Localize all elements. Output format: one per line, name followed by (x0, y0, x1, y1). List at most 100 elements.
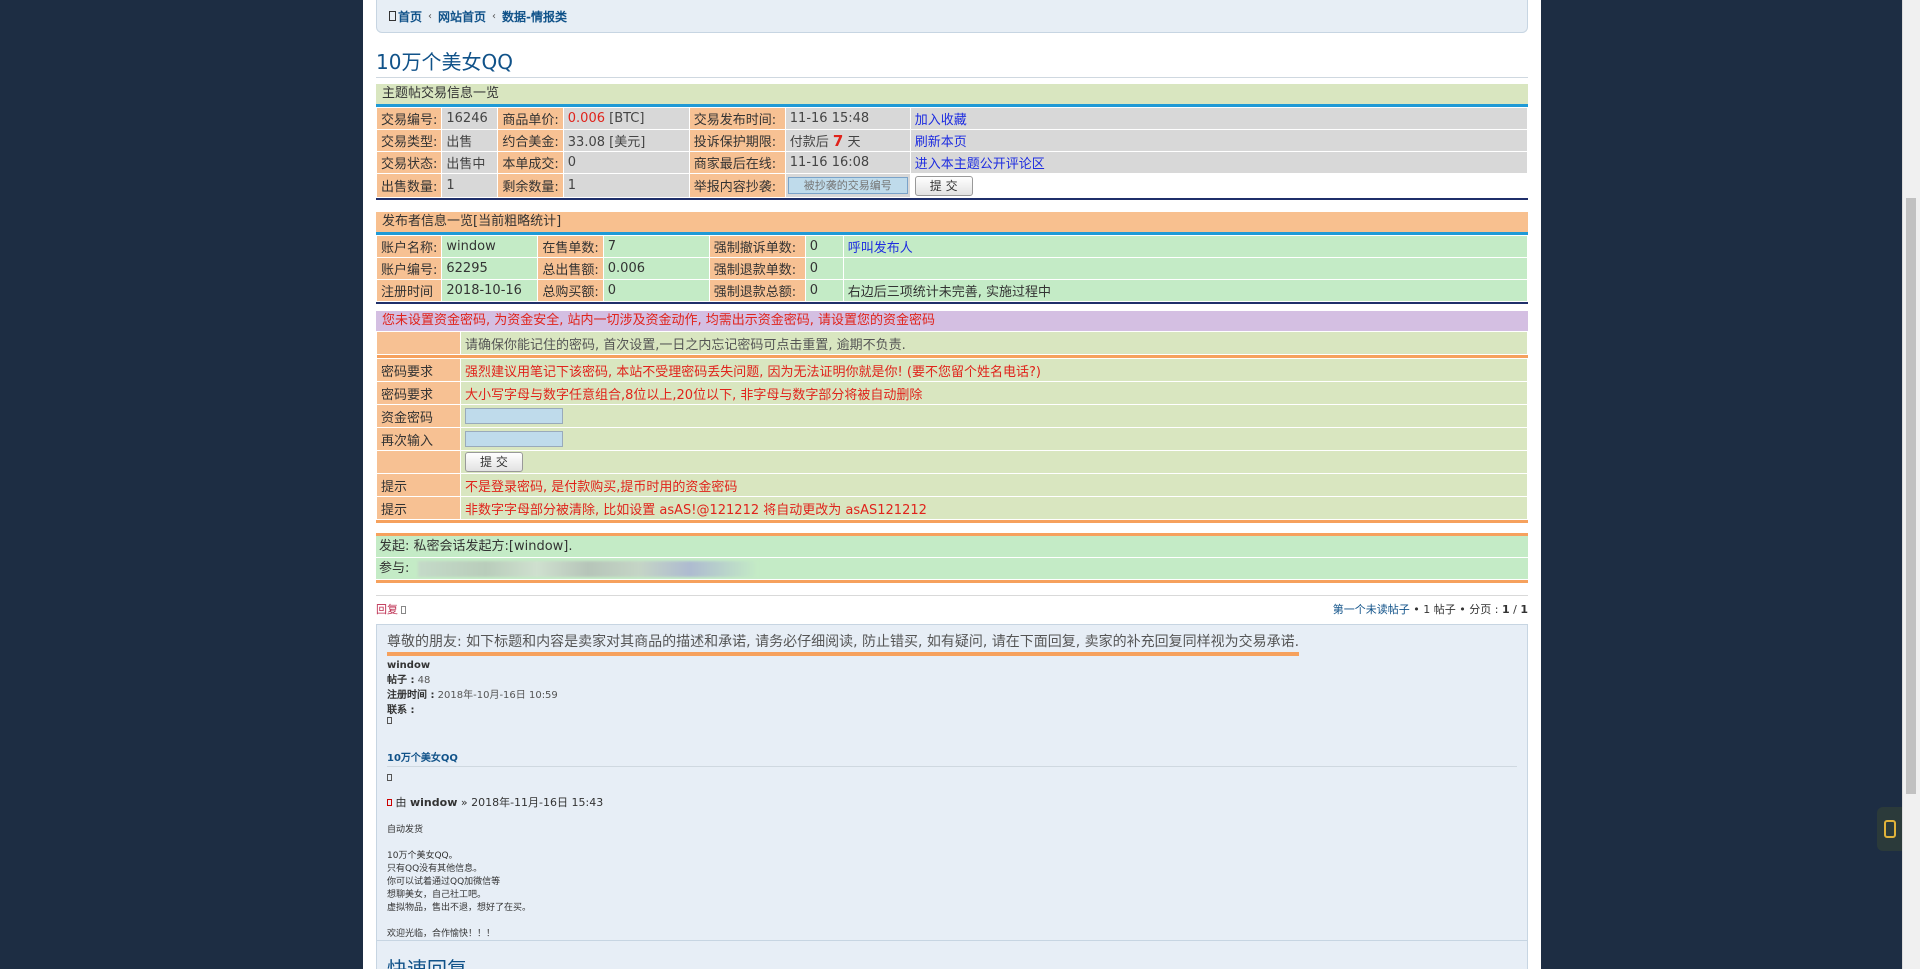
reply-button[interactable]: 回复 (376, 603, 398, 616)
side-tool-widget[interactable] (1877, 807, 1903, 851)
breadcrumb-category[interactable]: 数据-情报类 (502, 8, 567, 25)
password-requirement-label: 密码要求 (376, 358, 461, 382)
fund-password-input[interactable] (465, 407, 563, 424)
last-online-label: 商家最后在线: (688, 151, 786, 174)
total-sales-label: 总出售额: (537, 257, 604, 280)
breadcrumb-site-home[interactable]: 网站首页 (438, 8, 486, 25)
body-line (387, 915, 1517, 928)
public-comments-link[interactable]: 进入本主题公开评论区 (915, 157, 1045, 172)
post-action-icon[interactable] (387, 774, 392, 781)
byline-author[interactable]: window (410, 796, 457, 809)
tip-1: 不是登录密码, 是付款购买,提币时用的资金密码 (460, 473, 1528, 497)
password-requirement-label: 密码要求 (376, 381, 461, 405)
author-joined: 注册时间 : 2018年-10月-16日 10:59 (387, 686, 1517, 701)
publish-time-label: 交易发布时间: (688, 107, 786, 130)
contact-icon[interactable] (387, 717, 392, 724)
add-favorite-link[interactable]: 加入收藏 (915, 113, 967, 128)
forced-refund-count-value: 0 (804, 257, 844, 280)
forced-refund-total-value: 0 (804, 279, 844, 302)
fund-password-label: 资金密码 (376, 404, 461, 428)
table-row: 账户名称: window 在售单数: 7 强制撤诉单数: 0 呼叫发布人 (375, 235, 1529, 258)
stats-note: 右边后三项统计未完善, 实施过程中 (842, 279, 1529, 302)
tip-label: 提示 (376, 473, 461, 497)
remaining-qty-label: 剩余数量: (497, 173, 564, 198)
password-submit-button[interactable]: 提 交 (465, 452, 523, 472)
quick-reply-panel: 快速回复 (376, 940, 1528, 969)
deals-label: 本单成交: (497, 151, 564, 174)
table-row: 交易编号: 16246 商品单价: 0.006 [BTC] 交易发布时间: 11… (375, 107, 1529, 130)
protection-days: 7 (832, 132, 844, 150)
table-row: 提 交 (376, 450, 1528, 474)
forced-withdraw-label: 强制撤诉单数: (708, 235, 806, 258)
initiator-label: 发起: (379, 539, 410, 554)
unit-price-value: 0.006 [BTC] (562, 107, 690, 130)
contact-label: 联系 : (387, 705, 415, 716)
buyer-notice: 尊敬的朋友: 如下标题和内容是卖家对其商品的描述和承诺, 请务必仔细阅读, 防止… (387, 631, 1300, 656)
body-line: 你可以试着通过QQ加微信等 (387, 877, 501, 887)
body-line: 只有QQ没有其他信息。 (387, 864, 483, 874)
total-purchase-value: 0 (602, 279, 710, 302)
refresh-page-link[interactable]: 刷新本页 (915, 135, 967, 150)
table-row: 注册时间 2018-10-16 总购买额: 0 强制退款总额: 0 右边后三项统… (375, 279, 1529, 302)
publisher-info-section: 发布者信息一览[当前粗略统计] 账户名称: window 在售单数: 7 强制撤… (375, 212, 1529, 304)
participants-label: 参与: (379, 561, 410, 576)
fund-password-table: 请确保你能记住的密码, 首次设置,一日之内忘记密码可点击重置, 逾期不负责. 密… (376, 331, 1528, 520)
password-requirement-1: 强烈建议用笔记下该密码, 本站不受理密码丢失问题, 因为无法证明你就是你! (要… (460, 358, 1528, 382)
cup-icon (1884, 820, 1896, 838)
trade-info-section: 主题帖交易信息一览 交易编号: 16246 商品单价: 0.006 [BTC] … (375, 84, 1529, 200)
protection-prefix: 付款后 (789, 135, 833, 150)
table-row: 交易状态: 出售中 本单成交: 0 商家最后在线: 11-16 16:08 进入… (375, 151, 1529, 174)
pagination-info: 第一个未读帖子 • 1 帖子 • 分页 : 1 / 1 (1332, 603, 1528, 616)
publish-time-value: 11-16 15:48 (784, 107, 911, 130)
post-title[interactable]: 10万个美女QQ (387, 749, 1517, 767)
byline-date: » 2018年-11月-16日 15:43 (460, 796, 604, 809)
post-author[interactable]: window (387, 660, 1517, 671)
first-unread-link[interactable]: 第一个未读帖子 (1333, 603, 1410, 616)
remaining-qty-value: 1 (562, 173, 690, 198)
account-name-label: 账户名称: (375, 235, 443, 258)
topic-action-bar: 回复 第一个未读帖子 • 1 帖子 • 分页 : 1 / 1 (376, 595, 1528, 622)
protection-period-value: 付款后 7 天 (784, 129, 911, 152)
sale-qty-value: 1 (441, 173, 499, 198)
post-count: 1 帖子 (1423, 603, 1456, 616)
trade-status-label: 交易状态: (375, 151, 443, 174)
total-sales-value: 0.006 (602, 257, 710, 280)
trade-type-value: 出售 (441, 129, 499, 152)
breadcrumb-home[interactable]: 首页 (398, 8, 422, 25)
plagiarized-trade-id-input[interactable] (787, 177, 908, 194)
table-row: 提示 不是登录密码, 是付款购买,提币时用的资金密码 (376, 473, 1528, 497)
table-row: 资金密码 (376, 404, 1528, 428)
trade-type-label: 交易类型: (375, 129, 443, 152)
empty-label (376, 331, 461, 355)
page-scrollbar[interactable] (1902, 0, 1920, 969)
empty-cell (842, 257, 1529, 280)
empty-label (376, 450, 461, 474)
session-participants-row: 参与: (376, 558, 1528, 580)
table-row: 再次输入 (376, 427, 1528, 451)
page-current: 1 (1501, 603, 1510, 616)
register-time-value: 2018-10-16 (441, 279, 539, 302)
initiator-text: 私密会话发起方:[window]. (413, 539, 573, 554)
report-plagiarism-label: 举报内容抄袭: (688, 173, 786, 198)
trade-id-value: 16246 (441, 107, 499, 130)
repeat-password-input[interactable] (465, 430, 563, 447)
trade-info-table: 交易编号: 16246 商品单价: 0.006 [BTC] 交易发布时间: 11… (375, 107, 1529, 198)
body-line: 想聊美女，自己社工吧。 (387, 890, 487, 900)
sale-qty-label: 出售数量: (375, 173, 443, 198)
protection-suffix: 天 (843, 135, 861, 150)
password-requirement-2: 大小写字母与数字任意组合,8位以上,20位以下, 非字母与数字部分将被自动删除 (460, 381, 1528, 405)
account-name-value: window (441, 235, 539, 258)
forced-refund-count-label: 强制退款单数: (708, 257, 806, 280)
page-title[interactable]: 10万个美女QQ (376, 47, 1528, 78)
report-submit-button[interactable]: 提 交 (914, 175, 973, 196)
call-publisher-link[interactable]: 呼叫发布人 (848, 241, 913, 256)
byline-by: 由 (395, 796, 407, 809)
total-purchase-label: 总购买额: (537, 279, 604, 302)
unit-price-currency: [BTC] (605, 111, 645, 126)
table-row: 交易类型: 出售 约合美金: 33.08 [美元] 投诉保护期限: 付款后 7 … (375, 129, 1529, 152)
reply-icon (401, 606, 406, 614)
body-line: 自动发货 (387, 825, 424, 835)
post-link-icon[interactable] (387, 799, 392, 806)
scrollbar-thumb[interactable] (1906, 198, 1916, 794)
quick-reply-title: 快速回复 (387, 957, 467, 969)
